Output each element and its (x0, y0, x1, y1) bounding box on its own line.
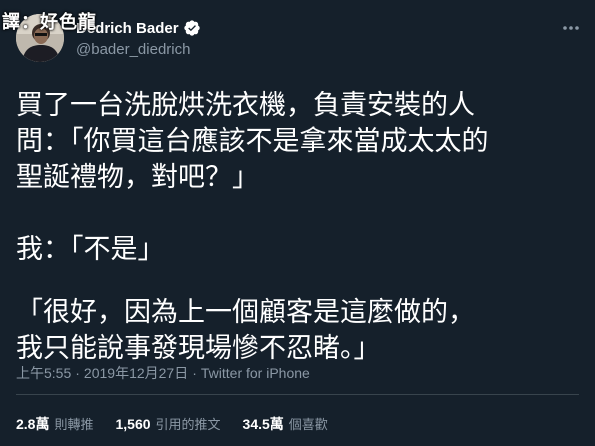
retweet-count-value: 2.8萬 (16, 416, 50, 432)
retweet-count-label: 則轉推 (54, 418, 94, 433)
like-count-label: 個喜歡 (288, 418, 328, 433)
tweet-text: 買了一台洗脫烘洗衣機，負責安裝的人 問：「你買這台應該不是拿來當成太太的 聖誕禮… (16, 88, 586, 367)
tweet-time[interactable]: 上午5:55 (16, 365, 71, 381)
quote-count-value: 1,560 (115, 416, 151, 432)
retweet-count[interactable]: 2.8萬 則轉推 (16, 414, 93, 434)
like-count[interactable]: 34.5萬 個喜歡 (243, 414, 328, 434)
more-dots-icon (563, 26, 579, 30)
tweet-meta: 上午5:55 · 2019年12月27日 · Twitter for iPhone (16, 363, 310, 383)
verified-badge-icon (183, 20, 200, 36)
tweet-line: 買了一台洗脫烘洗衣機，負責安裝的人 (16, 90, 475, 121)
tweet-line: 我：「不是」 (16, 234, 165, 265)
tweet-card: 譯：好色龍 Dedrich Bader @bader_diedrich 買了一台… (0, 0, 595, 446)
tweet-line: 問：「你買這台應該不是拿來當成太太的 (16, 126, 489, 157)
like-count-value: 34.5萬 (242, 416, 284, 432)
tweet-line: 我只能說事發現場慘不忍睹。」 (16, 333, 381, 364)
quote-count[interactable]: 1,560 引用的推文 (115, 414, 220, 433)
tweet-source[interactable]: Twitter for iPhone (201, 365, 310, 381)
tweet-line: 「很好，因為上一個顧客是這麼做的， (16, 297, 475, 328)
author-handle[interactable]: @bader_diedrich (76, 41, 190, 58)
tweet-stats: 2.8萬 則轉推 1,560 引用的推文 34.5萬 個喜歡 (16, 414, 328, 434)
tweet-line: 聖誕禮物，對吧？」 (16, 162, 259, 193)
meta-separator: · (75, 365, 80, 381)
tweet-date[interactable]: 2019年12月27日 (84, 365, 188, 381)
quote-count-label: 引用的推文 (155, 418, 221, 433)
divider (16, 394, 579, 395)
meta-separator: · (192, 365, 197, 381)
translator-credit: 譯：好色龍 (2, 12, 97, 33)
more-menu-button[interactable] (559, 16, 583, 40)
